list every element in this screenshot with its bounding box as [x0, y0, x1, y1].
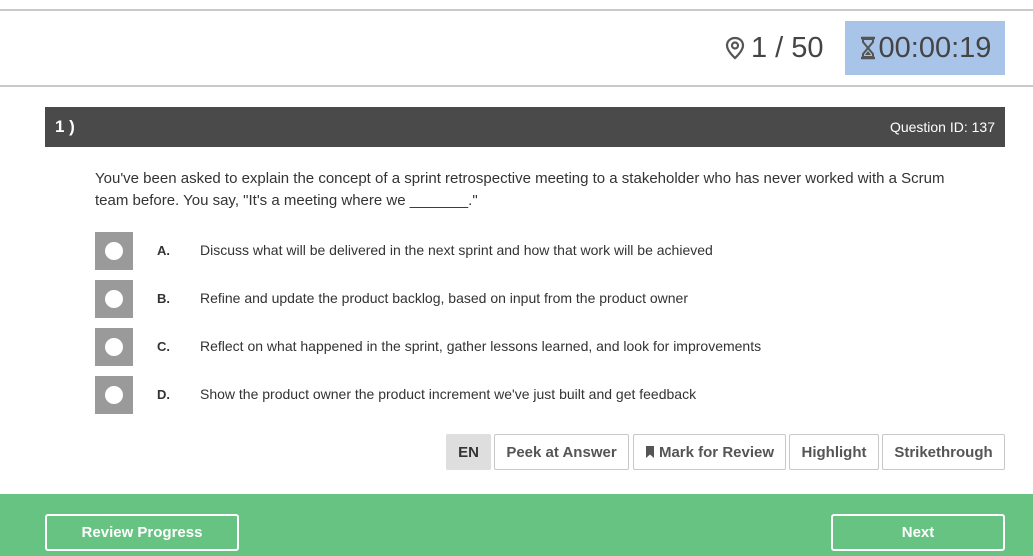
map-pin-icon — [725, 36, 745, 60]
option-c-radio[interactable] — [95, 328, 133, 366]
radio-dot — [105, 242, 123, 260]
option-letter: B. — [157, 291, 170, 306]
mark-for-review-label: Mark for Review — [658, 443, 775, 461]
radio-dot — [105, 386, 123, 404]
option-text[interactable]: Show the product owner the product incre… — [200, 386, 696, 402]
hourglass-icon — [860, 36, 875, 60]
question-id: Question ID: 137 — [889, 119, 995, 135]
radio-dot — [105, 338, 123, 356]
question-number: 1 ) — [55, 117, 75, 136]
option-letter: A. — [157, 243, 170, 258]
question-text: You've been asked to explain the concept… — [95, 170, 945, 209]
option-a-radio[interactable] — [95, 232, 133, 270]
option-text[interactable]: Refine and update the product backlog, b… — [200, 290, 688, 306]
radio-dot — [105, 290, 123, 308]
option-b-radio[interactable] — [95, 280, 133, 318]
timer-text: 00:00:19 — [878, 31, 992, 64]
progress-text: 1 / 50 — [751, 31, 824, 64]
strikethrough-button[interactable]: Strikethrough — [882, 434, 1005, 470]
option-c[interactable]: C. Reflect on what happened in the sprin… — [95, 328, 761, 366]
option-text[interactable]: Reflect on what happened in the sprint, … — [200, 338, 761, 354]
highlight-button[interactable]: Highlight — [789, 434, 879, 470]
timer: 00:00:19 — [845, 21, 1005, 75]
review-progress-button[interactable]: Review Progress — [45, 514, 239, 551]
option-d-radio[interactable] — [95, 376, 133, 414]
option-letter: D. — [157, 387, 170, 402]
option-letter: C. — [157, 339, 170, 354]
header-divider — [0, 85, 1033, 87]
language-button[interactable]: EN — [446, 434, 491, 470]
option-a[interactable]: A. Discuss what will be delivered in the… — [95, 232, 713, 270]
next-button[interactable]: Next — [831, 514, 1005, 551]
option-text[interactable]: Discuss what will be delivered in the ne… — [200, 242, 713, 258]
mark-for-review-button[interactable]: Mark for Review — [633, 434, 786, 470]
footer-bar: Review Progress Next — [0, 494, 1033, 556]
option-b[interactable]: B. Refine and update the product backlog… — [95, 280, 688, 318]
peek-answer-button[interactable]: Peek at Answer — [494, 434, 629, 470]
bookmark-icon — [645, 446, 654, 458]
question-counter: 1 / 50 — [724, 30, 824, 66]
question-header-bar: 1 ) Question ID: 137 — [45, 107, 1005, 147]
option-d[interactable]: D. Show the product owner the product in… — [95, 376, 696, 414]
